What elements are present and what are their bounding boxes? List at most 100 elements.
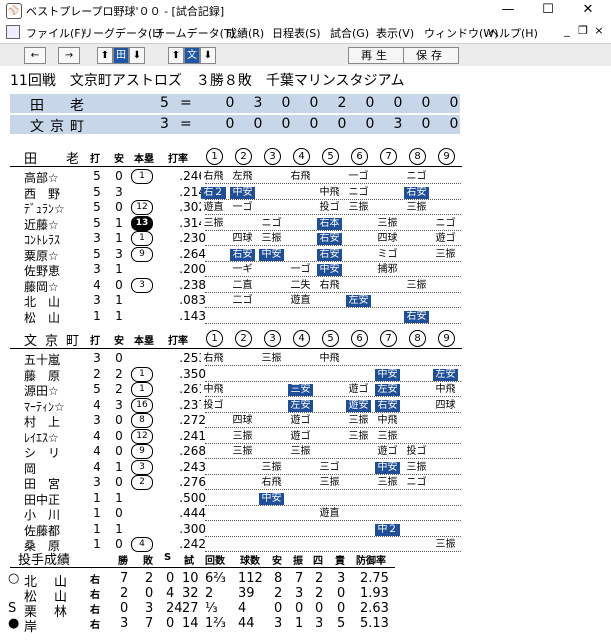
document-icon[interactable]: [6, 25, 20, 39]
pitcher-row[interactable]: ● 岸右 3 7 0 14 1⅔ 44 3 1 3 5 5.13: [0, 616, 611, 635]
down-arrow-icon[interactable]: ⬇: [129, 47, 145, 64]
player-row[interactable]: 五十嵐 3 0 .253 右飛 三振 中飛: [0, 351, 611, 368]
player-name[interactable]: 松 山: [24, 309, 74, 326]
menu-team-data[interactable]: チームデータ(T): [154, 25, 235, 41]
up-arrow-icon-2[interactable]: ⬆: [168, 47, 184, 64]
player-name[interactable]: 藤岡☆: [24, 278, 74, 295]
player-name[interactable]: ﾚｲｴｽ☆: [24, 429, 74, 446]
at-bat-result: 一ゴ: [346, 171, 371, 183]
player-name[interactable]: 村 上: [24, 413, 74, 430]
player-row[interactable]: 田 宮 3 0 2.276 右飛 三振 三振 ニゴ: [0, 475, 611, 492]
player-name[interactable]: 近藤☆: [24, 216, 74, 233]
player-name[interactable]: 西 野: [24, 185, 74, 202]
menu-records[interactable]: 成績(R): [226, 25, 264, 41]
player-row[interactable]: 松 山 1 1 .143 右安: [0, 309, 611, 326]
menu-view[interactable]: 表示(V): [376, 25, 414, 41]
up-arrow-icon[interactable]: ⬆: [97, 47, 113, 64]
maximize-button[interactable]: ☐: [528, 0, 568, 20]
pitcher-k: 0: [295, 601, 304, 616]
team-mode-button[interactable]: 田: [113, 47, 129, 64]
player-name[interactable]: 岡: [24, 460, 74, 477]
next-arrow-icon[interactable]: →: [58, 47, 80, 64]
inning-number: 4: [293, 148, 310, 165]
pitcher-k: 7: [295, 571, 304, 586]
menu-help[interactable]: ヘルプ(H): [488, 25, 538, 41]
mdi-close-button[interactable]: ×: [592, 24, 606, 38]
player-row[interactable]: 源田☆ 5 2 1.261 中飛 三安 遊ゴ 左安 中飛: [0, 382, 611, 399]
player-name[interactable]: 田中正: [24, 491, 74, 508]
player-row[interactable]: ﾃﾞｭﾗﾝ☆ 5 0 12.302 遊直 一ゴ 投ゴ 三振 三振: [0, 200, 611, 217]
menu-league-data[interactable]: リーグデータ(L): [82, 25, 163, 41]
pitcher-row[interactable]: 松 山右 2 0 4 32 2 39 2 3 2 0 1.93: [0, 586, 611, 605]
player-avg: .246: [179, 169, 206, 183]
player-row[interactable]: ｺﾝﾄﾚﾗｽ 3 1 1.230 四球 三振 右安 四球 遊ゴ: [0, 231, 611, 248]
player-row[interactable]: 高部☆ 5 0 1.246 右飛 左飛 右飛 一ゴ ニゴ: [0, 169, 611, 186]
save-button[interactable]: 保存: [403, 47, 459, 64]
menu-schedule[interactable]: 日程表(S): [272, 25, 321, 41]
app-icon[interactable]: ⚾: [6, 3, 22, 19]
player-name[interactable]: ﾃﾞｭﾗﾝ☆: [24, 200, 74, 217]
menu-game[interactable]: 試合(G): [330, 25, 369, 41]
prev-arrow-icon[interactable]: ←: [24, 47, 46, 64]
player-name[interactable]: 五十嵐: [24, 351, 74, 368]
menu-file[interactable]: ファイル(F): [26, 25, 85, 41]
minimize-button[interactable]: —: [488, 0, 528, 20]
at-bat-result: 右安: [404, 186, 429, 199]
player-row[interactable]: 粟原☆ 5 3 9.264 右安 中安 右安 ミゴ 三振: [0, 246, 611, 264]
at-bat-result: ニゴ: [404, 171, 429, 183]
inning-number: 5: [322, 330, 339, 347]
player-row[interactable]: シ リ 4 0 9 .268 三振 三振 遊ゴ 投ゴ: [0, 444, 611, 461]
player-row[interactable]: ﾚｲｴｽ☆ 4 0 12.241 三振 遊ゴ 三振 三振: [0, 428, 611, 446]
pitching-header: 球数: [240, 556, 260, 567]
mdi-minimize-button[interactable]: _: [560, 24, 574, 38]
player-name[interactable]: ﾏｰﾃｨﾝ☆: [24, 398, 74, 415]
player-homeruns: 1: [131, 169, 153, 184]
player-row[interactable]: 佐野恵 3 1 .200 一ギ 一ゴ 中安 捕邪: [0, 262, 611, 279]
at-bat-result: 三振: [433, 248, 458, 261]
pitcher-name[interactable]: 岸: [24, 616, 39, 635]
player-name[interactable]: 高部☆: [24, 169, 74, 186]
player-row[interactable]: 佐藤都 1 1 .300 中２: [0, 522, 611, 539]
player-name[interactable]: 源田☆: [24, 382, 74, 399]
replay-button[interactable]: 再生: [348, 47, 404, 64]
player-row[interactable]: 村 上 3 0 8 .272 四球 遊ゴ 三振 中飛: [0, 413, 611, 430]
text-mode-button[interactable]: 文: [184, 47, 200, 64]
player-name[interactable]: ｺﾝﾄﾚﾗｽ: [24, 231, 74, 248]
player-row[interactable]: 西 野 5 3 .214 右２ 中安 中飛 ニゴ 右安: [0, 185, 611, 202]
player-name[interactable]: 田 宮: [24, 475, 74, 492]
pitcher-row[interactable]: S栗 林右 0 3 24 27 ⅓ 4 0 0 0 0 2.63: [0, 601, 611, 620]
at-bat-results: 遊直: [205, 508, 461, 521]
inning-number: 8: [409, 330, 426, 347]
player-row[interactable]: 北 山 3 1 .083 二ゴ 遊直 左安: [0, 293, 611, 310]
inning-number: 6: [351, 148, 368, 165]
pitcher-row[interactable]: ○ 北 山右 7 2 0 10 6⅔ 112 8 7 2 3 2.75: [0, 571, 611, 590]
player-name[interactable]: 佐野恵: [24, 262, 74, 279]
mdi-restore-button[interactable]: ❐: [576, 24, 590, 38]
player-hits: 0: [115, 413, 123, 427]
pitcher-l: 2: [145, 571, 154, 586]
pitcher-k: 3: [295, 586, 304, 601]
at-bat-results: 右飛 三振 三振 ニゴ: [205, 477, 461, 490]
player-ab: 5: [93, 215, 101, 230]
player-row[interactable]: 岡 4 1 3.243 三振 三ゴ 中安 三振: [0, 459, 611, 477]
player-name[interactable]: 北 山: [24, 293, 74, 310]
player-name[interactable]: 粟原☆: [24, 247, 74, 264]
col-rbi: 本塁: [134, 336, 154, 347]
player-row[interactable]: 藤 原 2 2 1.350 中安 左安: [0, 366, 611, 384]
close-button[interactable]: ✕: [568, 0, 608, 20]
pitcher-np: 4: [238, 601, 247, 616]
player-row[interactable]: 小 川 1 0 .444 遊直: [0, 506, 611, 523]
player-row[interactable]: 近藤☆ 5 1 13.314 三振 ニゴ 右本 三振 ニゴ: [0, 215, 611, 233]
player-row[interactable]: 桑 原 1 0 4.242 三振: [0, 537, 611, 553]
player-row[interactable]: ﾏｰﾃｨﾝ☆ 4 3 16 .237 投ゴ 左安 遊安 右安 四球: [0, 397, 611, 415]
player-row[interactable]: 藤岡☆ 4 0 3 .238 二直 二失 右飛 三振: [0, 277, 611, 295]
down-arrow-icon-2[interactable]: ⬇: [200, 47, 216, 64]
player-row[interactable]: 田中正 1 1 .500 中安: [0, 491, 611, 508]
player-ab: 3: [93, 413, 101, 427]
player-name[interactable]: 小 川: [24, 506, 74, 523]
player-name[interactable]: 藤 原: [24, 367, 74, 384]
player-name[interactable]: シ リ: [24, 444, 74, 461]
at-bat-result: 三振: [404, 202, 429, 214]
player-name[interactable]: 佐藤都: [24, 522, 74, 539]
at-bat-result: 三振: [404, 279, 429, 292]
